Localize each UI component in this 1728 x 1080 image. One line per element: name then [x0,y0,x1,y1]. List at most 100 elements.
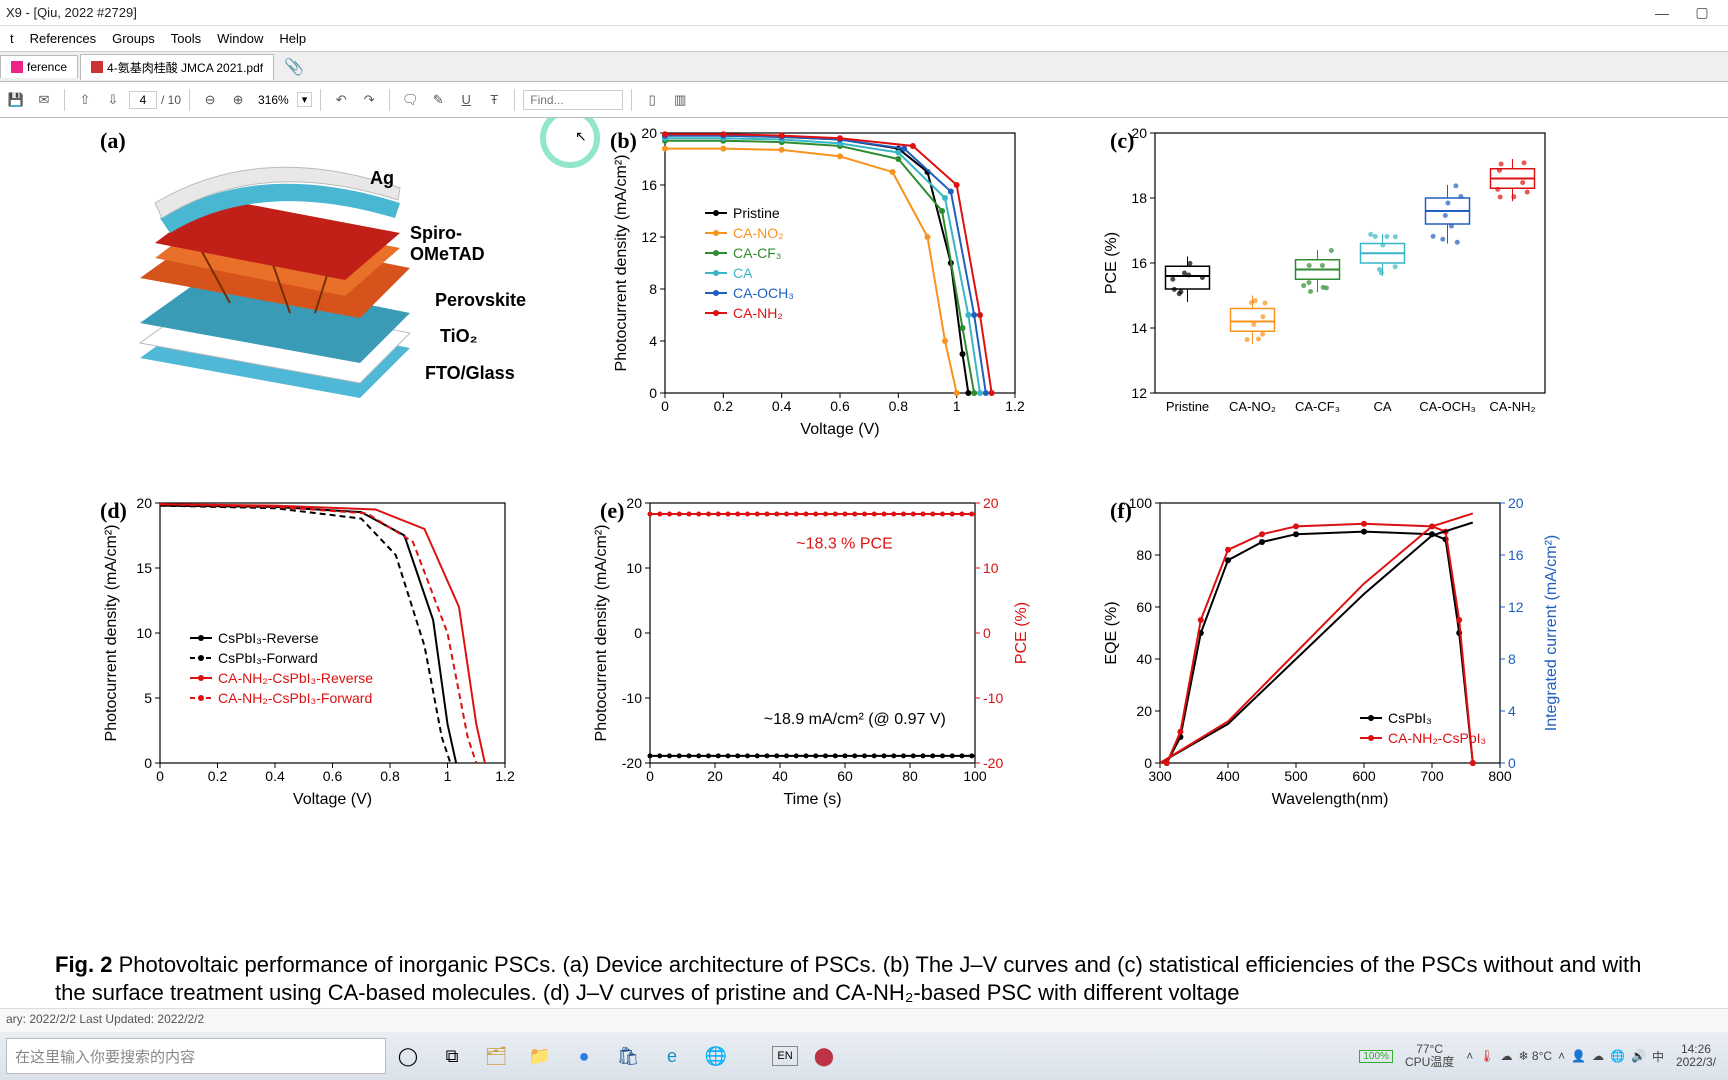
zoom-in-icon[interactable]: ⊕ [226,88,250,112]
svg-text:0.6: 0.6 [830,398,850,414]
strikethrough-icon[interactable]: Ŧ [482,88,506,112]
tab-reference-label: ference [27,60,67,74]
taskbar-search[interactable]: 在这里输入你要搜索的内容 [6,1038,386,1074]
svg-text:20: 20 [1131,125,1147,141]
tray-ime-icon[interactable]: 中 [1652,1048,1664,1065]
caption-lead: Fig. 2 [55,952,112,977]
svg-text:0.2: 0.2 [208,768,228,784]
task-store-icon[interactable]: 🛍 [610,1038,646,1074]
svg-text:-20: -20 [983,755,1003,771]
task-edge-legacy-icon[interactable]: e [654,1038,690,1074]
task-circle-icon[interactable]: ◯ [390,1038,426,1074]
svg-text:0: 0 [156,768,164,784]
svg-text:1: 1 [444,768,452,784]
tray-onedrive-icon[interactable]: ☁ [1501,1049,1513,1063]
svg-text:Integrated current (mA/cm²): Integrated current (mA/cm²) [1543,535,1560,732]
rotate-right-icon[interactable]: ↷ [357,88,381,112]
layout-single-icon[interactable]: ▯ [640,88,664,112]
svg-text:0.8: 0.8 [380,768,400,784]
svg-text:-10: -10 [983,690,1003,706]
svg-text:Photocurrent density (mA/cm²): Photocurrent density (mA/cm²) [613,155,630,372]
task-lang-icon[interactable]: EN [772,1046,798,1066]
save-icon[interactable]: 💾 [4,88,28,112]
svg-text:40: 40 [772,768,788,784]
device-label-spiro: Spiro-OMeTAD [410,223,485,265]
tray-chevron-icon[interactable]: ˄ [1466,1049,1473,1063]
attachment-icon[interactable]: 📎 [276,53,312,81]
menu-first-clipped[interactable]: t [2,29,22,48]
prev-page-icon[interactable]: ⇧ [73,88,97,112]
system-tray: 100% 77°CCPU温度 ˄ 🌡 ☁ ❄ 8°C ˄ 👤 ☁ 🌐 🔊 中 1… [1359,1043,1722,1069]
tray-cpu-temp[interactable]: 77°CCPU温度 [1399,1043,1460,1069]
zoom-dropdown[interactable]: ▾ [297,92,313,107]
next-page-icon[interactable]: ⇩ [101,88,125,112]
page-input[interactable] [129,91,157,109]
svg-text:0: 0 [649,385,657,401]
tray-network-icon[interactable]: 🌐 [1610,1049,1625,1063]
task-folder-icon[interactable]: 📁 [522,1038,558,1074]
svg-text:0.6: 0.6 [323,768,343,784]
svg-text:20: 20 [136,495,152,511]
page-total: / 10 [161,93,181,107]
svg-text:CA-NH₂-CsPbI₃-Reverse: CA-NH₂-CsPbI₃-Reverse [218,670,373,686]
menu-groups[interactable]: Groups [104,29,163,48]
svg-text:CA: CA [1373,399,1391,414]
svg-text:500: 500 [1284,768,1308,784]
panel-a-device: Ag Spiro-OMeTAD Perovskite TiO₂ FTO/Glas… [100,148,450,428]
note-icon[interactable]: 🗨 [398,88,422,112]
tray-volume-icon[interactable]: 🔊 [1631,1049,1646,1063]
svg-text:~18.3 % PCE: ~18.3 % PCE [796,536,893,553]
svg-text:4: 4 [649,333,657,349]
svg-text:CA-NH₂-CsPbI₃: CA-NH₂-CsPbI₃ [1388,730,1486,746]
minimize-button[interactable]: — [1642,5,1682,21]
svg-text:1.2: 1.2 [495,768,515,784]
email-icon[interactable]: ✉ [32,88,56,112]
svg-text:16: 16 [1131,255,1147,271]
tab-pdf[interactable]: 4-氨基肉桂酸 JMCA 2021.pdf [80,54,274,80]
layout-continuous-icon[interactable]: ▥ [668,88,692,112]
tray-temp2[interactable]: ❄ 8°C [1519,1049,1553,1063]
zoom-out-icon[interactable]: ⊖ [198,88,222,112]
task-view-icon[interactable]: ⧉ [434,1038,470,1074]
underline-icon[interactable]: U [454,88,478,112]
tray-people-icon[interactable]: 👤 [1571,1049,1586,1063]
svg-text:1.2: 1.2 [1005,398,1025,414]
svg-text:Voltage (V): Voltage (V) [293,791,372,808]
task-endnote-icon[interactable]: ⬤ [806,1038,842,1074]
tray-clock[interactable]: 14:262022/3/ [1670,1043,1722,1069]
svg-text:CA-NO₂: CA-NO₂ [733,225,784,241]
svg-text:0: 0 [661,398,669,414]
tray-chevron-icon-2[interactable]: ˄ [1558,1049,1565,1063]
highlight-icon[interactable]: ✎ [426,88,450,112]
menu-window[interactable]: Window [209,29,271,48]
menubar: t References Groups Tools Window Help [0,26,1728,52]
rotate-left-icon[interactable]: ↶ [329,88,353,112]
panel-c-chart: 1214161820PCE (%)PristineCA-NO₂CA-CF₃CAC… [1100,118,1580,458]
svg-text:5: 5 [144,690,152,706]
tray-weather-icon[interactable]: 🌡 [1479,1049,1494,1063]
svg-text:40: 40 [1136,651,1152,667]
find-input[interactable] [523,90,623,110]
pdf-viewport[interactable]: (a) (b) (c) (d) (e) (f) ↖ Ag Spiro-OMeTA… [0,118,1728,1008]
tray-cloud-icon[interactable]: ☁ [1592,1049,1604,1063]
svg-text:10: 10 [983,560,999,576]
task-explorer-icon[interactable]: 🗂 [478,1038,514,1074]
battery-indicator[interactable]: 100% [1359,1050,1393,1063]
device-label-fto: FTO/Glass [425,363,515,384]
panel-e-chart: 020406080100-20-1001020Time (s)Photocurr… [590,488,1050,828]
tabbar: ference 4-氨基肉桂酸 JMCA 2021.pdf 📎 [0,52,1728,82]
menu-tools[interactable]: Tools [163,29,209,48]
task-edge-icon[interactable]: 🌐 [698,1038,734,1074]
svg-text:Time (s): Time (s) [783,791,841,808]
device-label-ag: Ag [370,168,394,189]
maximize-button[interactable]: ▢ [1682,4,1722,21]
menu-references[interactable]: References [22,29,104,48]
task-app1-icon[interactable]: ● [566,1038,602,1074]
tab-reference[interactable]: ference [0,55,78,78]
panel-d-chart: 00.20.40.60.811.205101520Voltage (V)Phot… [100,488,540,828]
svg-text:Pristine: Pristine [1166,399,1209,414]
cursor-icon: ↖ [575,128,587,145]
svg-text:16: 16 [1508,547,1524,563]
menu-help[interactable]: Help [271,29,314,48]
svg-text:8: 8 [1508,651,1516,667]
